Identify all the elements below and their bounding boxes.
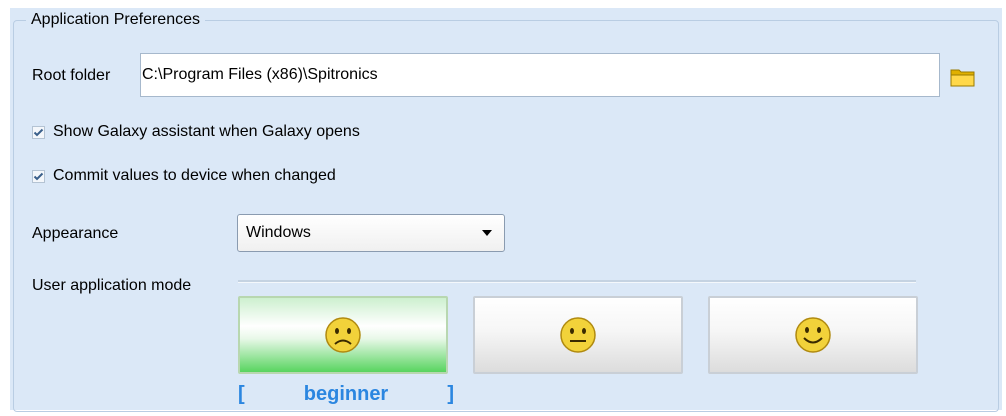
root-folder-label: Root folder [32,67,111,84]
appearance-selected-value: Windows [246,224,311,241]
mode-caption: [ beginner ] [238,380,454,408]
neutral-face-icon [560,317,596,353]
mode-caption-close-bracket: ] [447,383,454,405]
happy-face-icon [795,317,831,353]
sad-face-icon [325,317,361,353]
mode-caption-text: beginner [303,383,389,405]
commit-values-option[interactable]: Commit values to device when changed [32,166,336,186]
mode-button-advanced[interactable] [708,296,918,374]
dropdown-arrow-icon [482,230,492,236]
appearance-select[interactable]: Windows [237,214,505,252]
mode-button-intermediate[interactable] [473,296,683,374]
root-folder-input[interactable] [140,53,940,97]
mode-button-beginner[interactable] [238,296,448,374]
user-mode-label: User application mode [32,277,192,294]
commit-values-label: Commit values to device when changed [53,167,336,184]
show-galaxy-assistant-label: Show Galaxy assistant when Galaxy opens [53,123,360,140]
appearance-label: Appearance [32,225,119,242]
check-icon [33,172,44,180]
commit-values-checkbox[interactable] [32,169,45,183]
group-title: Application Preferences [26,10,205,30]
check-icon [33,128,44,136]
folder-icon[interactable] [950,66,976,88]
show-galaxy-assistant-checkbox[interactable] [32,125,45,139]
show-galaxy-assistant-option[interactable]: Show Galaxy assistant when Galaxy opens [32,122,360,142]
user-mode-divider [238,280,916,283]
